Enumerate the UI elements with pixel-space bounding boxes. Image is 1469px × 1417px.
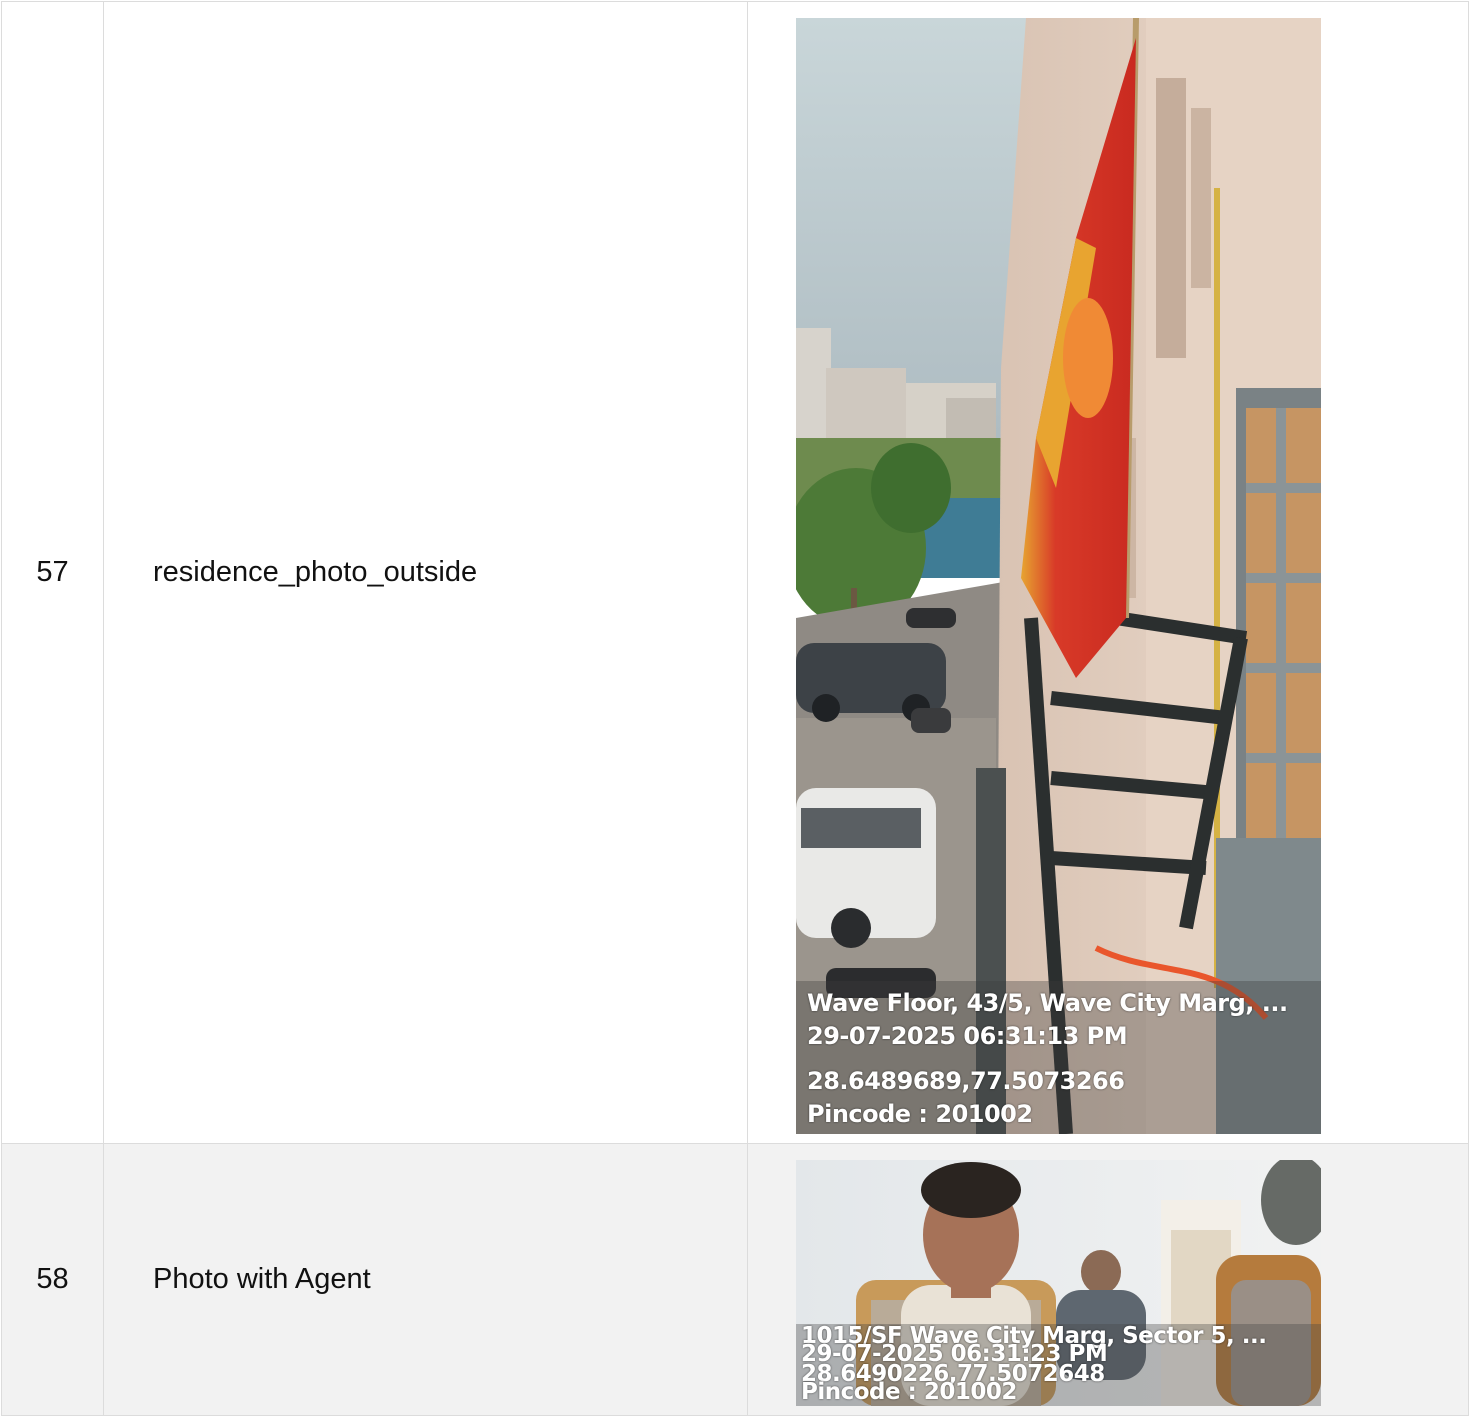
row-number: 58 <box>1 1143 104 1416</box>
table-row: 57 residence_photo_outside Wave Floor, 4… <box>1 1 1469 1144</box>
row-label: Photo with Agent <box>103 1143 748 1416</box>
photo-stamp: Wave Floor, 43/5, Wave City Marg, ... 29… <box>796 981 1321 1134</box>
photo-report-table: 57 residence_photo_outside Wave Floor, 4… <box>1 1 1469 1416</box>
photo-cell: 1015/SF Wave City Marg, Sector 5, ... 29… <box>747 1143 1469 1416</box>
stamp-pincode: Pincode : 201002 <box>801 1379 1017 1405</box>
stamp-address: Wave Floor, 43/5, Wave City Marg, ... <box>807 989 1288 1017</box>
photo-stamp: 1015/SF Wave City Marg, Sector 5, ... 29… <box>796 1324 1321 1406</box>
stamp-pincode: Pincode : 201002 <box>807 1100 1033 1128</box>
table-row: 58 Photo with Agent 1015/SF Wave City Ma… <box>1 1143 1469 1416</box>
stamp-coordinates: 28.6489689,77.5073266 <box>807 1067 1125 1095</box>
residence-photo-outside-image[interactable]: Wave Floor, 43/5, Wave City Marg, ... 29… <box>796 18 1321 1134</box>
row-number: 57 <box>1 1 104 1144</box>
photo-with-agent-image[interactable]: 1015/SF Wave City Marg, Sector 5, ... 29… <box>796 1160 1321 1406</box>
stamp-datetime: 29-07-2025 06:31:13 PM <box>807 1022 1128 1050</box>
photo-cell: Wave Floor, 43/5, Wave City Marg, ... 29… <box>747 1 1469 1144</box>
residence-photo-scene <box>796 18 1321 1134</box>
row-label: residence_photo_outside <box>103 1 748 1144</box>
